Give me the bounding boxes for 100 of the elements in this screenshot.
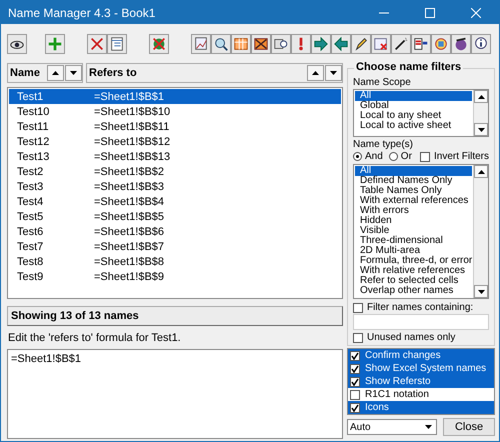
- refers-to-cell-text: =Sheet1!$B$13: [94, 150, 172, 162]
- down-arrow-icon: [70, 71, 77, 75]
- type-item[interactable]: With external references: [355, 196, 472, 206]
- formula-field[interactable]: =Sheet1!$B$1: [7, 349, 343, 439]
- option-row[interactable]: R1C1 notation: [348, 388, 494, 401]
- option-row[interactable]: Show Excel System names: [348, 362, 494, 375]
- toolbar-button[interactable]: [271, 34, 291, 54]
- type-item[interactable]: Overlap other names: [355, 286, 472, 296]
- toolbar-button[interactable]: [471, 34, 491, 54]
- refers-to-cell-text: =Sheet1!$B$9: [94, 270, 166, 282]
- toolbar-button[interactable]: [107, 34, 127, 54]
- radio-button[interactable]: Or: [388, 151, 412, 162]
- column-header[interactable]: Name: [7, 63, 83, 83]
- toolbar-button[interactable]: [191, 34, 211, 54]
- toolbar-button[interactable]: [211, 34, 231, 54]
- list-row[interactable]: Test4 =Sheet1!$B$4: [9, 194, 341, 209]
- type-item[interactable]: With errors: [355, 206, 472, 216]
- list-row[interactable]: Test12 =Sheet1!$B$12: [9, 134, 341, 149]
- list-row[interactable]: Test3 =Sheet1!$B$3: [9, 179, 341, 194]
- name-cell-text: Test13: [17, 150, 50, 162]
- list-row[interactable]: Test13 =Sheet1!$B$13: [9, 149, 341, 164]
- toolbar-button[interactable]: [351, 34, 371, 54]
- scope-item[interactable]: All: [355, 91, 472, 101]
- list-row[interactable]: Test6 =Sheet1!$B$6: [9, 224, 341, 239]
- name-cell-text: Test11: [17, 120, 50, 132]
- name-cell-text: Test6: [17, 226, 44, 238]
- scroll-down-button[interactable]: [474, 285, 488, 298]
- info-icon: [473, 36, 489, 52]
- type-item[interactable]: Hidden: [355, 216, 472, 226]
- refers-to-cell-text: =Sheet1!$B$4: [94, 196, 166, 208]
- toolbar-button[interactable]: [231, 34, 251, 54]
- option-row[interactable]: Show Refersto: [348, 375, 494, 388]
- list-row[interactable]: Test8 =Sheet1!$B$8: [9, 254, 341, 269]
- scroll-up-button[interactable]: [474, 165, 488, 178]
- toolbar-button[interactable]: [451, 34, 471, 54]
- sort-ascending-button[interactable]: [307, 65, 324, 81]
- list-row[interactable]: Test1 =Sheet1!$B$1: [9, 89, 341, 104]
- radio-button[interactable]: And: [353, 151, 383, 162]
- toolbar-button[interactable]: [251, 34, 271, 54]
- name-cell-text: Test7: [17, 240, 44, 252]
- option-row[interactable]: Confirm changes: [348, 349, 494, 362]
- scrollbar[interactable]: [473, 165, 488, 298]
- option-label: Icons: [365, 402, 389, 413]
- filter-field[interactable]: [353, 314, 489, 330]
- refers-to-cell-text: =Sheet1!$B$6: [94, 226, 166, 238]
- magnifier-icon: [213, 36, 229, 52]
- toolbar-button[interactable]: [331, 34, 351, 54]
- left-arrow-icon: [333, 36, 349, 52]
- scroll-up-button[interactable]: [474, 90, 488, 103]
- type-item[interactable]: All: [355, 166, 472, 176]
- checkbox[interactable]: [350, 364, 360, 374]
- toolbar-button[interactable]: [391, 34, 411, 54]
- status-bar: Showing 13 of 13 names: [7, 306, 343, 326]
- dropdown-arrow-icon: [425, 425, 432, 429]
- option-label: R1C1 notation: [365, 389, 429, 400]
- list-row[interactable]: Test7 =Sheet1!$B$7: [9, 239, 341, 254]
- scope-item[interactable]: Global: [355, 101, 472, 111]
- type-item[interactable]: With relative references: [355, 266, 472, 276]
- scroll-down-button[interactable]: [474, 123, 488, 136]
- checkbox[interactable]: [353, 302, 363, 312]
- toolbar-button[interactable]: [411, 34, 431, 54]
- sort-ascending-button[interactable]: [47, 65, 64, 81]
- column-header[interactable]: Refers to: [86, 63, 343, 83]
- list-row[interactable]: Test10 =Sheet1!$B$10: [9, 104, 341, 119]
- toolbar-button[interactable]: [311, 34, 331, 54]
- name-cell-text: Test12: [17, 136, 50, 148]
- option-row[interactable]: Icons: [348, 401, 494, 414]
- checkbox-label: Unused names only: [367, 332, 456, 343]
- scope-item[interactable]: Local to any sheet: [355, 111, 472, 121]
- type-item[interactable]: 2D Multi-area: [355, 246, 472, 256]
- name-cell-text: Test2: [17, 166, 44, 178]
- scope-item[interactable]: Local to active sheet: [355, 121, 472, 131]
- edit-label: Edit the 'refers to' formula for Test1.: [8, 332, 182, 344]
- toolbar-button[interactable]: [7, 34, 27, 54]
- scrollbar[interactable]: [473, 90, 488, 136]
- type-item[interactable]: Defined Names Only: [355, 176, 472, 186]
- checkbox[interactable]: [350, 350, 360, 360]
- list-row[interactable]: Test11 =Sheet1!$B$11: [9, 119, 341, 134]
- checkbox[interactable]: [350, 376, 360, 386]
- checkbox[interactable]: [350, 402, 360, 412]
- list-row[interactable]: Test2 =Sheet1!$B$2: [9, 164, 341, 179]
- checkbox[interactable]: [420, 152, 430, 162]
- type-item[interactable]: Refer to selected cells: [355, 276, 472, 286]
- types-label: Name type(s): [353, 139, 414, 150]
- sort-descending-button[interactable]: [325, 65, 342, 81]
- close-button[interactable]: Close: [443, 418, 495, 436]
- type-item[interactable]: Table Names Only: [355, 186, 472, 196]
- sort-descending-button[interactable]: [65, 65, 82, 81]
- type-item[interactable]: Visible: [355, 226, 472, 236]
- type-item[interactable]: Formula, three-d, or error: [355, 256, 472, 266]
- type-item[interactable]: Three-dimensional: [355, 236, 472, 246]
- list-row[interactable]: Test9 =Sheet1!$B$9: [9, 269, 341, 284]
- checkbox[interactable]: [350, 390, 360, 400]
- checkbox[interactable]: [353, 332, 363, 342]
- list-row[interactable]: Test5 =Sheet1!$B$5: [9, 209, 341, 224]
- refers-to-cell-text: =Sheet1!$B$5: [94, 210, 166, 222]
- refers-to-cell-text: =Sheet1!$B$3: [94, 180, 166, 192]
- dropdown-value: Auto: [350, 422, 371, 432]
- size-dropdown[interactable]: Auto: [347, 419, 437, 435]
- radio-label: Or: [400, 151, 412, 162]
